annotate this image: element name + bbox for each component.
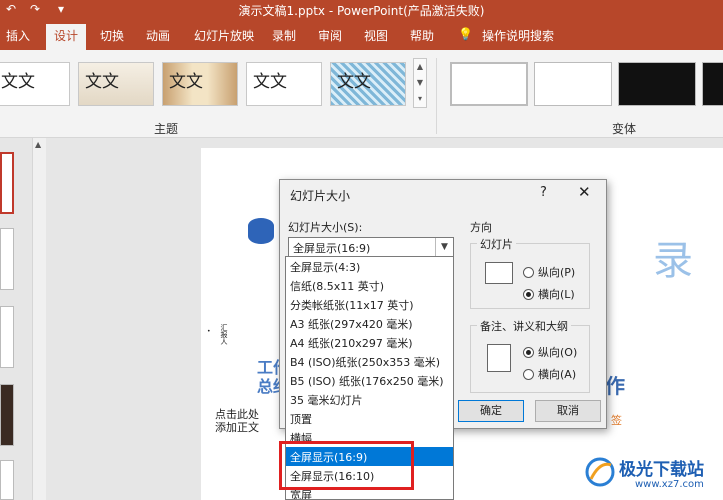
logo-icon [585, 457, 615, 487]
dialog-title: 幻灯片大小 [290, 189, 351, 203]
themes-group-label: 主题 [154, 122, 179, 136]
radio-dot[interactable] [523, 289, 534, 300]
slide-size-select[interactable]: 全屏显示(16:9) ▼ [288, 237, 454, 257]
variant-thumbnail[interactable] [702, 62, 723, 106]
notes-group-label: 备注、讲义和大纲 [477, 318, 571, 334]
dropdown-option[interactable]: 信纸(8.5x11 英寸) [286, 276, 453, 295]
body-placeholder[interactable]: 点击此处添加正文 [215, 408, 259, 434]
help-button[interactable]: ? [540, 185, 547, 200]
tab-insert[interactable]: 插入 [6, 27, 30, 44]
close-icon[interactable]: ✕ [578, 183, 591, 201]
slide-heading-fragment: 作 [605, 374, 625, 398]
dropdown-option[interactable]: 顶置 [286, 409, 453, 428]
landscape-page-icon [485, 262, 513, 284]
thumbnails-scrollbar[interactable]: ▲ [32, 138, 46, 500]
watermark: 极光下载站 www.xz7.com [583, 453, 723, 500]
tab-view[interactable]: 视图 [364, 27, 388, 44]
tab-record[interactable]: 录制 [272, 27, 296, 44]
highlight-annotation [279, 441, 414, 490]
radio-label: 横向(L) [538, 288, 575, 301]
radio-label: 横向(A) [538, 368, 577, 381]
theme-thumbnail[interactable]: 文文 [78, 62, 154, 106]
radio-label: 纵向(O) [538, 346, 578, 359]
dot-mark: • [207, 328, 211, 335]
tab-transitions[interactable]: 切换 [100, 27, 124, 44]
group-separator [436, 58, 437, 134]
presenter-text[interactable]: 汇报人 [219, 324, 229, 345]
tab-help[interactable]: 帮助 [410, 27, 434, 44]
theme-label: 文文 [253, 72, 287, 92]
variant-thumbnail[interactable] [534, 62, 612, 106]
portrait-page-icon [487, 344, 511, 372]
dropdown-option[interactable]: B4 (ISO)纸张(250x353 毫米) [286, 352, 453, 371]
tab-review[interactable]: 审阅 [318, 27, 342, 44]
dropdown-option[interactable]: A4 纸张(210x297 毫米) [286, 333, 453, 352]
slide-thumbnail[interactable] [0, 228, 14, 290]
watermark-text: 极光下载站 [619, 460, 704, 480]
theme-label: 文文 [337, 72, 371, 92]
slide-thumbnail[interactable] [0, 306, 14, 368]
slide-size-value: 全屏显示(16:9) [293, 242, 371, 255]
radio-dot[interactable] [523, 347, 534, 358]
cancel-button[interactable]: 取消 [535, 400, 601, 422]
slide-thumbnail[interactable] [0, 152, 14, 214]
orientation-label: 方向 [470, 221, 492, 234]
notes-orientation-group: 备注、讲义和大纲 纵向(O) 横向(A) [470, 318, 590, 393]
theme-thumbnail[interactable]: 文文 [162, 62, 238, 106]
dropdown-option[interactable]: A3 纸张(297x420 毫米) [286, 314, 453, 333]
tab-animations[interactable]: 动画 [146, 27, 170, 44]
slide-size-label: 幻灯片大小(S): [288, 221, 363, 234]
slides-orientation-group: 幻灯片 纵向(P) 横向(L) [470, 236, 590, 309]
slides-landscape-radio[interactable]: 横向(L) [523, 286, 575, 302]
slide-thumbnails-pane [0, 138, 32, 500]
theme-thumbnail[interactable]: 文文 [330, 62, 406, 106]
slide-subtitle-fragment: 签 [611, 414, 622, 427]
dropdown-option[interactable]: 分类帐纸张(11x17 英寸) [286, 295, 453, 314]
window-title: 演示文稿1.pptx - PowerPoint(产品激活失败) [238, 4, 485, 18]
theme-label: 文文 [169, 72, 203, 92]
tab-tell-me[interactable]: 操作说明搜索 [482, 27, 554, 44]
radio-label: 纵向(P) [538, 266, 576, 279]
watermark-url: www.xz7.com [635, 479, 704, 490]
notes-portrait-radio[interactable]: 纵向(O) [523, 344, 577, 360]
radio-dot[interactable] [523, 369, 534, 380]
scroll-up-icon[interactable]: ▲ [35, 140, 41, 149]
dropdown-option[interactable]: 全屏显示(4:3) [286, 257, 453, 276]
ribbon-tabs: 插入 设计 切换 动画 幻灯片放映 录制 审阅 视图 帮助 💡 操作说明搜索 [0, 20, 723, 50]
gallery-scroll[interactable]: ▲ ▼ ▾ [413, 58, 427, 108]
notes-landscape-radio[interactable]: 横向(A) [523, 366, 576, 382]
theme-label: 文文 [85, 72, 119, 92]
variant-thumbnail[interactable] [618, 62, 696, 106]
dropdown-option[interactable]: 35 毫米幻灯片 [286, 390, 453, 409]
ok-button[interactable]: 确定 [458, 400, 524, 422]
radio-dot[interactable] [523, 267, 534, 278]
tab-slideshow[interactable]: 幻灯片放映 [194, 27, 254, 44]
chevron-down-icon[interactable]: ▼ [435, 238, 453, 256]
title-bar: ↶ ↷ ▾ 演示文稿1.pptx - PowerPoint(产品激活失败) [0, 0, 723, 20]
variants-group-label: 变体 [612, 122, 637, 136]
slides-group-label: 幻灯片 [477, 236, 516, 252]
theme-thumbnail[interactable]: 文文 [246, 62, 322, 106]
ribbon: 文文 文文 文文 文文 文文 ▲ ▼ ▾ 主题 变体 [0, 50, 723, 138]
dropdown-option[interactable]: B5 (ISO) 纸张(176x250 毫米) [286, 371, 453, 390]
theme-label: 文文 [1, 72, 35, 92]
slides-portrait-radio[interactable]: 纵向(P) [523, 264, 575, 280]
tab-design[interactable]: 设计 [46, 24, 87, 50]
slide-title-fragment[interactable]: 录 [653, 228, 693, 286]
variant-thumbnail[interactable] [450, 62, 528, 106]
theme-thumbnail[interactable]: 文文 [0, 62, 70, 106]
slide-thumbnail[interactable] [0, 384, 14, 446]
lightbulb-icon: 💡 [458, 27, 473, 41]
slide-thumbnail[interactable] [0, 460, 14, 500]
cylinder-shape[interactable] [248, 218, 274, 244]
